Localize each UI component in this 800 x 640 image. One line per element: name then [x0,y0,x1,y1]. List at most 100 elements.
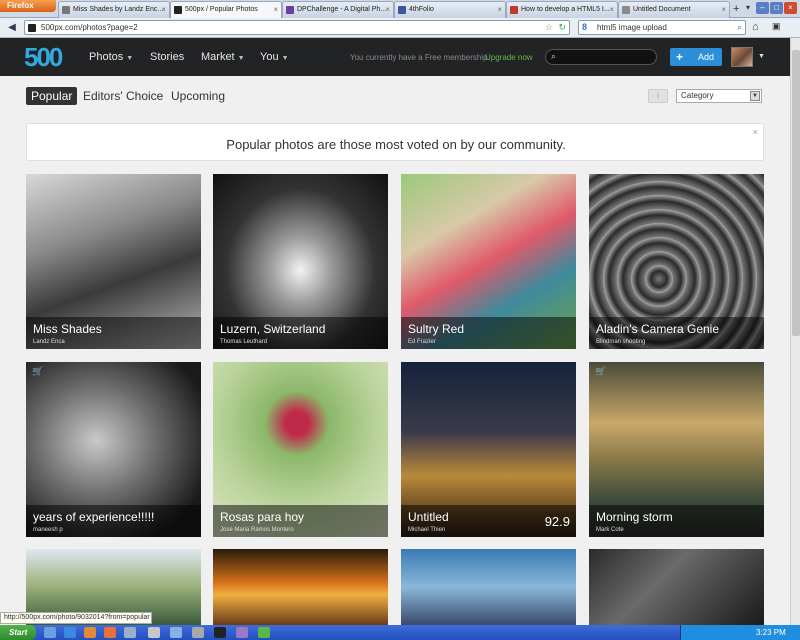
site-favicon-icon [28,24,36,32]
bookmarks-icon[interactable]: ▣ [772,21,781,32]
close-icon[interactable]: × [161,2,166,17]
nav-photos[interactable]: Photos ▼ [89,51,133,63]
tab-list-icon[interactable]: ▾ [746,3,750,12]
tab-label: How to develop a HTML5 I... [521,6,610,13]
app-icon[interactable] [148,627,160,638]
close-icon[interactable]: × [609,2,614,17]
tab-favicon-icon [510,6,518,14]
photo-card[interactable]: Untitled Michael Thien 92.9 [401,362,576,537]
firefox-menu-button[interactable]: Firefox [0,0,56,12]
site-search-input[interactable]: ⌕ [545,49,657,65]
nav-you[interactable]: You ▼ [260,51,289,63]
maximize-icon[interactable]: □ [770,2,783,14]
explorer-icon[interactable] [44,627,56,638]
bookmark-star-icon[interactable]: ☆ [545,21,553,34]
photo-score: 92.9 [544,514,570,529]
photo-title[interactable]: Morning storm [596,510,673,524]
tab-500px-popular[interactable]: 500px / Popular Photos × [170,1,282,19]
photo-card[interactable]: 🛒 years of experience!!!!! maneesh p [26,362,201,537]
photo-title[interactable]: Sultry Red [408,322,464,336]
photo-author[interactable]: Ed Frazier [408,339,436,345]
photo-author[interactable]: Mark Cote [596,527,624,533]
close-icon[interactable]: × [497,2,502,17]
tab-label: Untitled Document [633,6,691,13]
app-icon[interactable] [170,627,182,638]
reload-icon[interactable]: ↻ [558,21,566,34]
ie-icon[interactable] [64,627,76,638]
info-icon: i [657,91,659,100]
photo-author[interactable]: Jose Maria Ramos Montero [220,527,294,533]
back-arrow-icon[interactable]: ◀ [4,20,20,36]
url-bar[interactable]: 500px.com/photos?page=2 ☆ ↻ [24,20,570,35]
photo-title[interactable]: Rosas para hoy [220,510,304,524]
app-icon[interactable] [192,627,204,638]
close-icon[interactable]: × [753,127,758,137]
tab-upcoming[interactable]: Upcoming [171,87,225,105]
browser-search-box[interactable]: 8 html5 image upload ⌕ [578,20,746,35]
upgrade-link[interactable]: Upgrade now [485,53,533,62]
tab-dpchallenge[interactable]: DPChallenge - A Digital Ph... × [282,1,394,18]
search-icon[interactable]: ⌕ [737,21,742,34]
photo-author[interactable]: Michael Thien [408,527,445,533]
photo-title[interactable]: Miss Shades [33,322,102,336]
site-logo[interactable]: 500 [24,42,63,72]
photo-card[interactable]: Miss Shades Landz Enca [26,174,201,349]
cmd-icon[interactable] [214,627,226,638]
photo-author[interactable]: Thomas Leuthard [220,339,267,345]
tab-miss-shades[interactable]: Miss Shades by Landz Enc... × [58,1,170,18]
tab-untitled-document[interactable]: Untitled Document × [618,1,730,18]
nav-market[interactable]: Market ▼ [201,51,245,63]
add-photo-button[interactable]: + Add [670,48,722,66]
nav-label: You [260,51,279,63]
browser-tab-bar: Firefox Miss Shades by Landz Enc... × 50… [0,0,800,19]
tab-popular[interactable]: Popular [26,87,78,105]
tab-editors-choice[interactable]: Editors' Choice [83,87,163,105]
folder-icon[interactable] [124,627,136,638]
photo-title[interactable]: Luzern, Switzerland [220,322,325,336]
photo-author[interactable]: maneesh p [33,527,63,533]
nav-stories[interactable]: Stories [150,51,184,63]
photo-title[interactable]: Untitled [408,510,449,524]
tab-label: 4thFolio [409,6,434,13]
info-banner: Popular photos are those most voted on b… [26,123,764,161]
app-icon[interactable] [236,627,248,638]
close-icon[interactable]: × [273,2,278,17]
scrollbar-thumb[interactable] [792,50,800,336]
start-button[interactable]: Start [0,625,36,640]
category-select[interactable]: Category ▼ [676,89,762,103]
photo-title[interactable]: years of experience!!!!! [33,510,154,524]
photo-card[interactable] [589,549,764,625]
avatar[interactable] [731,47,753,67]
close-icon[interactable]: × [385,2,390,17]
photo-card[interactable] [213,549,388,625]
plus-icon: + [676,50,684,64]
photo-card[interactable]: Aladin's Camera Genie Blindman shooting [589,174,764,349]
caret-down-icon: ▼ [281,55,289,62]
photo-author[interactable]: Landz Enca [33,339,65,345]
media-icon[interactable] [84,627,96,638]
new-tab-icon[interactable]: + [733,2,739,16]
app-icon[interactable] [258,627,270,638]
nav-label: Stories [150,51,185,63]
window-close-icon[interactable]: × [784,2,797,14]
firefox-icon[interactable] [104,627,116,638]
page-scrollbar[interactable] [790,38,800,625]
photo-card[interactable]: 🛒 Morning storm Mark Cote [589,362,764,537]
caret-down-icon[interactable]: ▼ [758,53,765,60]
cart-icon[interactable]: 🛒 [32,366,43,377]
photo-author[interactable]: Blindman shooting [596,339,645,345]
photo-card[interactable] [401,549,576,625]
url-text: 500px.com/photos?page=2 [41,23,138,32]
info-button[interactable]: i [648,89,668,103]
home-icon[interactable]: ⌂ [752,21,759,33]
photo-card[interactable]: Luzern, Switzerland Thomas Leuthard [213,174,388,349]
photo-card[interactable]: Sultry Red Ed Frazier [401,174,576,349]
close-icon[interactable]: × [721,2,726,17]
minimize-icon[interactable]: – [756,2,769,14]
photo-title[interactable]: Aladin's Camera Genie [596,322,719,336]
tab-4thfolio[interactable]: 4thFolio × [394,1,506,18]
clock: 3:23 PM [756,628,786,637]
photo-card[interactable]: Rosas para hoy Jose Maria Ramos Montero [213,362,388,537]
tab-html5-upload[interactable]: How to develop a HTML5 I... × [506,1,618,18]
cart-icon[interactable]: 🛒 [595,366,606,377]
